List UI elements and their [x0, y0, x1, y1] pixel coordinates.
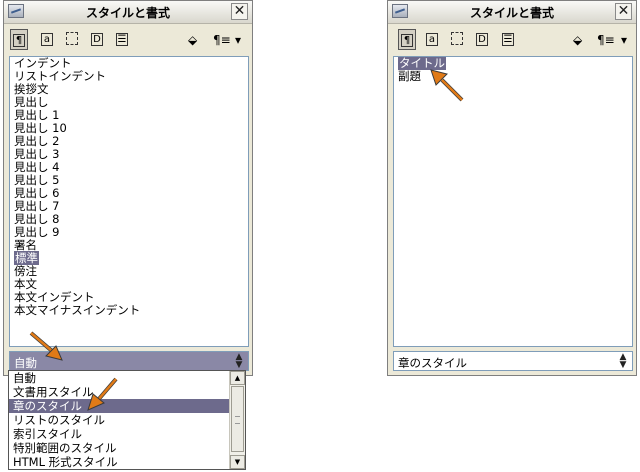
dropdown-option[interactable]: 特別範囲のスタイル [9, 441, 229, 455]
combo-value: 章のスタイル [398, 356, 467, 370]
list-styles-icon[interactable]: ☰ [499, 29, 517, 50]
list-item-label: 見出し 5 [14, 173, 60, 187]
styles-panel-right: スタイルと書式 ✕ ¶ a D ☰ ⬙ ¶≡ ▾ タイトル 副題 章のスタイル ▲… [387, 0, 637, 376]
list-item-label: 見出し 9 [14, 225, 60, 239]
frame-styles-icon[interactable] [63, 29, 81, 50]
panel-title: スタイルと書式 [85, 6, 170, 20]
list-item-label: 見出し 4 [14, 160, 60, 174]
list-item-label: 本文インデント [14, 290, 95, 304]
spin-arrows-icon[interactable]: ▲ ▼ [616, 353, 630, 370]
list-item-label: 見出し 10 [14, 121, 67, 135]
title-bar: スタイルと書式 ✕ [388, 1, 636, 24]
list-item-label: 標準 [14, 251, 39, 265]
scroll-up-icon[interactable]: ▲ [230, 371, 245, 385]
scroll-thumb[interactable] [231, 386, 244, 452]
annotation-arrow-icon [430, 69, 464, 102]
dropdown-option[interactable]: HTML 形式スタイル [9, 455, 229, 469]
paragraph-styles-icon[interactable]: ¶ [398, 29, 416, 50]
list-item[interactable]: 傍注 [10, 265, 248, 278]
toolbar: ¶ a D ☰ ⬙ ¶≡ ▾ [4, 24, 252, 57]
list-item-label: 見出し 1 [14, 108, 60, 122]
list-item-label: 見出し 6 [14, 186, 60, 200]
list-item-label: 見出し [14, 95, 49, 109]
list-item-label: 挨拶文 [14, 82, 49, 96]
list-item-label: 見出し 8 [14, 212, 60, 226]
character-styles-icon[interactable]: a [423, 29, 441, 50]
page-styles-icon[interactable]: D [473, 29, 491, 50]
style-list[interactable]: インデント リストインデント 挨拶文 見出し 見出し 1 見出し 10 見出し 2 見出し 3… [9, 56, 249, 347]
app-icon [392, 4, 408, 18]
list-item[interactable]: 標準 [10, 251, 248, 265]
list-item-label: 本文マイナスインデント [14, 303, 141, 317]
app-icon [8, 4, 24, 18]
list-item-label: 見出し 7 [14, 199, 60, 213]
dropdown-arrow-icon[interactable]: ▾ [235, 33, 241, 47]
toolbar: ¶ a D ☰ ⬙ ¶≡ ▾ [388, 24, 636, 57]
scroll-down-icon[interactable]: ▼ [230, 455, 245, 469]
list-item-label: 見出し 3 [14, 147, 60, 161]
scrollbar[interactable]: ▲ ▼ [229, 371, 245, 469]
page-styles-icon[interactable]: D [88, 29, 106, 50]
annotation-arrow-icon [29, 331, 63, 361]
fill-format-icon[interactable]: ⬙ [188, 33, 197, 47]
new-style-icon[interactable]: ¶≡ [213, 33, 231, 47]
list-item[interactable]: 署名 [10, 239, 248, 252]
list-item-label: 傍注 [14, 264, 37, 278]
close-button[interactable]: ✕ [231, 3, 248, 20]
dropdown-option[interactable]: リストのスタイル [9, 413, 229, 427]
list-item-label: 署名 [14, 238, 37, 252]
fill-format-icon[interactable]: ⬙ [573, 33, 582, 47]
category-dropdown[interactable]: ▲ ▼ 自動 文書用スタイル 章のスタイル リストのスタイル 索引スタイル 特別範囲のスタ… [8, 370, 246, 470]
spin-arrows-icon[interactable]: ▲ ▼ [232, 353, 246, 370]
list-item-label: インデント [14, 56, 72, 70]
character-styles-icon[interactable]: a [38, 29, 56, 50]
close-button[interactable]: ✕ [615, 3, 632, 20]
list-item[interactable]: 本文マイナスインデント [10, 304, 248, 317]
list-item-label: リストインデント [14, 69, 106, 83]
paragraph-styles-icon[interactable]: ¶ [10, 29, 28, 50]
list-item-label: 見出し 2 [14, 134, 60, 148]
annotation-arrow-icon [87, 377, 118, 411]
panel-title: スタイルと書式 [469, 6, 554, 20]
dropdown-arrow-icon[interactable]: ▾ [621, 33, 627, 47]
new-style-icon[interactable]: ¶≡ [597, 33, 615, 47]
list-item[interactable]: 見出し 9 [10, 226, 248, 239]
list-styles-icon[interactable]: ☰ [113, 29, 131, 50]
frame-styles-icon[interactable] [448, 29, 466, 50]
dropdown-option[interactable]: 索引スタイル [9, 427, 229, 441]
style-category-select[interactable]: 章のスタイル ▲ ▼ [393, 351, 633, 371]
list-item-label: 本文 [14, 277, 37, 291]
list-item-label: 副題 [398, 69, 421, 83]
title-bar: スタイルと書式 ✕ [4, 1, 252, 24]
styles-panel-left: スタイルと書式 ✕ ¶ a D ☰ ⬙ ¶≡ ▾ インデント リストインデント 挨拶… [3, 0, 253, 376]
